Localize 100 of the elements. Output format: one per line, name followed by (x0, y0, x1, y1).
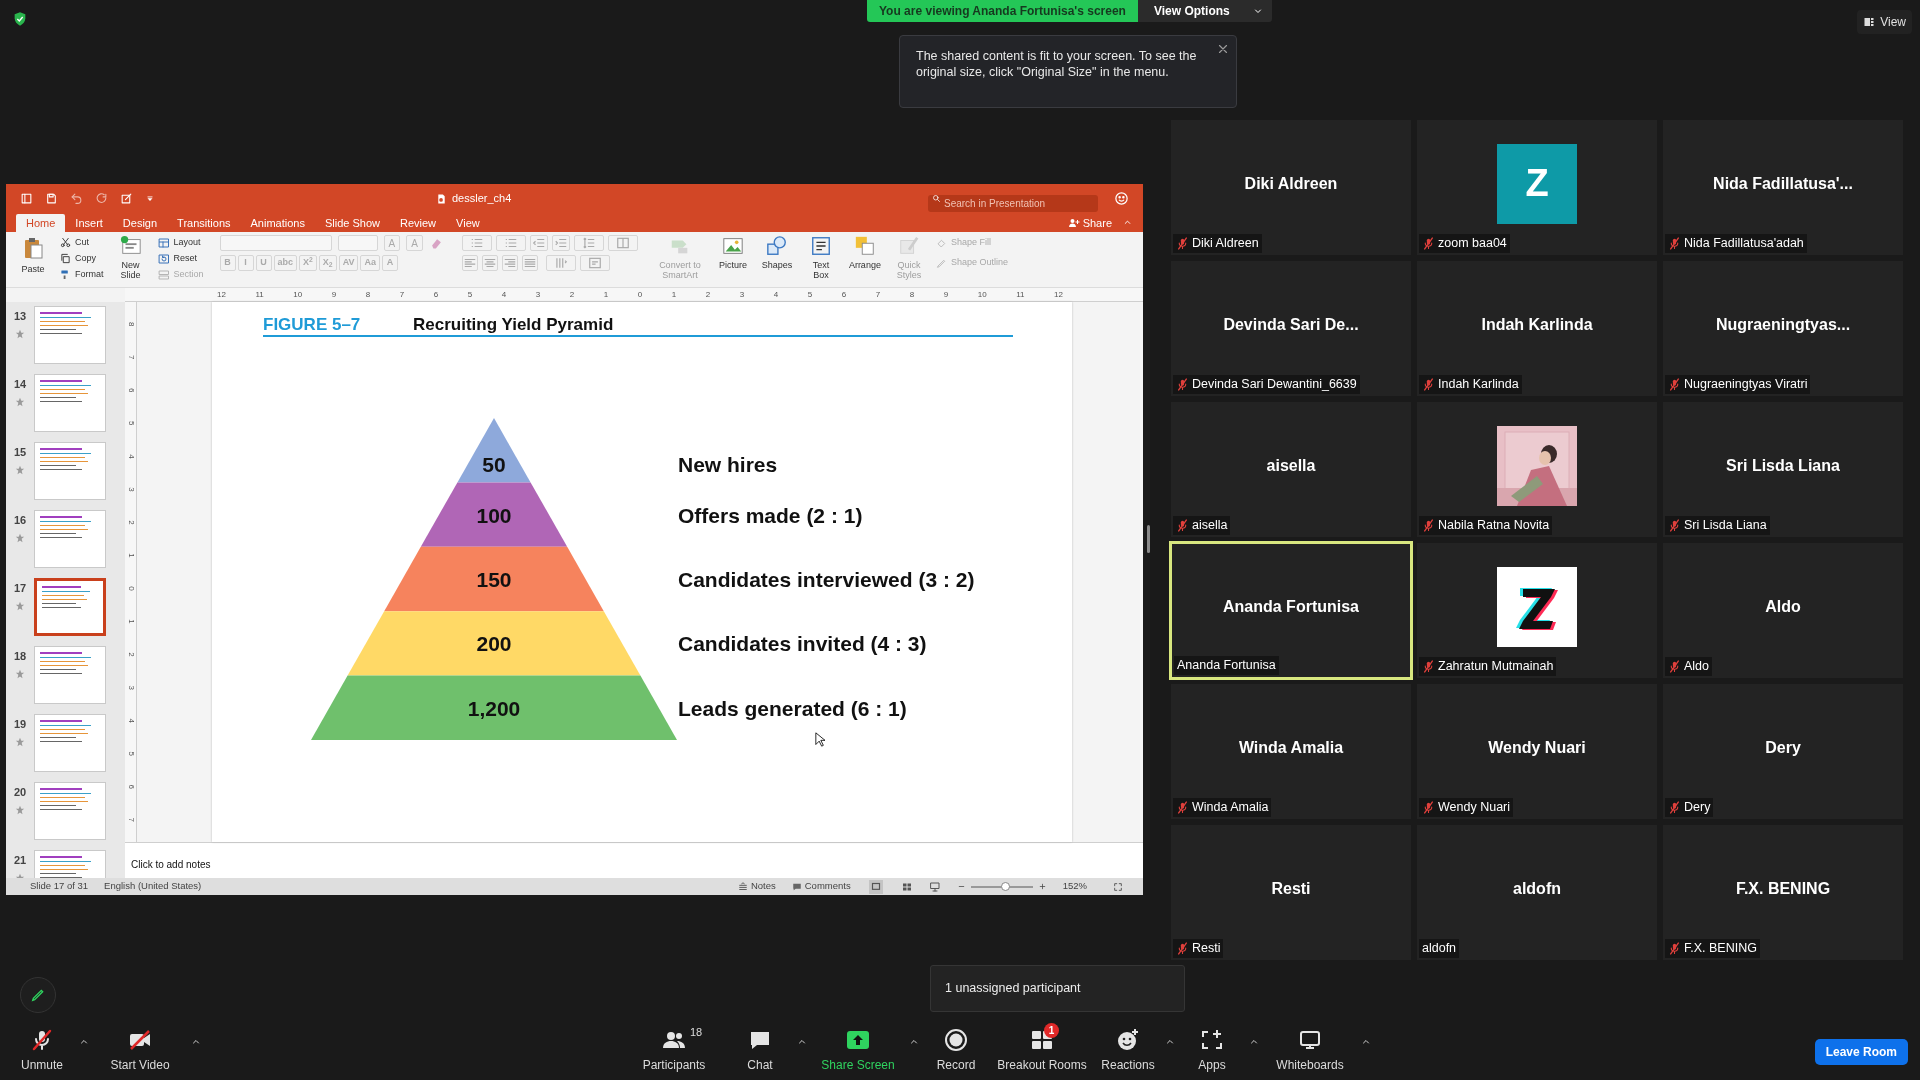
notes-button[interactable]: Notes (737, 879, 776, 894)
clipboard-command[interactable]: Format (60, 267, 104, 282)
ribbon-tool-button[interactable]: Picture (715, 235, 750, 270)
comments-button[interactable]: Comments (791, 879, 851, 894)
ribbon-tool-button[interactable]: Shapes (759, 235, 794, 270)
slide-number: 13 (13, 309, 27, 324)
participant-name: aldofn (1422, 940, 1457, 958)
zoom-percentage: 152% (1062, 879, 1087, 894)
band-value: 50 (482, 453, 506, 477)
toolbar-button[interactable]: Apps (1176, 1022, 1248, 1078)
figure-title: Recruiting Yield Pyramid (413, 315, 614, 334)
slide-number: 15 (13, 445, 27, 460)
leave-room-button[interactable]: Leave Room (1814, 1039, 1908, 1065)
band-label: Candidates interviewed (3 : 2) (678, 568, 975, 591)
ribbon-tab[interactable]: Home (16, 214, 66, 232)
participant-name: Nugraeningtyas Viratri (1684, 376, 1808, 394)
participant-name: aisella (1192, 517, 1228, 535)
toolbar-button[interactable]: Reactions (1092, 1022, 1164, 1078)
participant-display-name: Nugraeningtyas... (1715, 314, 1851, 335)
participant-name: Dery (1684, 799, 1711, 817)
participant-display-name: F.X. BENING (1735, 878, 1831, 899)
slide-number: 16 (13, 513, 27, 528)
participant-name: Aldo (1684, 658, 1710, 676)
clipboard-command[interactable]: Cut (60, 235, 104, 250)
band-label: New hires (678, 453, 778, 477)
notification-badge: 1 (1044, 1023, 1059, 1038)
toolbar-button[interactable]: Whiteboards (1260, 1022, 1360, 1078)
participant-name: Winda Amalia (1192, 799, 1269, 817)
band-label: Candidates invited (4 : 3) (678, 632, 927, 656)
view-button[interactable]: View (1857, 10, 1912, 34)
participant-display-name: aldofn (1513, 878, 1561, 899)
band-value: 1,200 (467, 696, 521, 720)
ribbon-tab[interactable]: Design (112, 214, 168, 232)
participant-display-name: Winda Amalia (1238, 737, 1344, 758)
ribbon-tab[interactable]: Review (389, 214, 447, 232)
band-value: 200 (476, 632, 512, 656)
slide-number: 21 (13, 853, 27, 868)
participant-display-name: Resti (1271, 878, 1311, 899)
participant-display-name: Devinda Sari De... (1223, 314, 1359, 335)
participant-name: Diki Aldreen (1192, 235, 1259, 253)
band-value: 100 (476, 503, 512, 527)
figure-number: FIGURE 5–7 (263, 315, 361, 334)
participant-display-name: Sri Lisda Liana (1726, 455, 1840, 476)
toolbar-button[interactable]: Start Video (90, 1022, 190, 1078)
toolbar-button[interactable]: 1 Breakout Rooms (992, 1022, 1092, 1078)
paste-button[interactable]: Paste (16, 235, 50, 277)
ruler-labels: 12 11 10 9 8 7 6 5 4 3 2 1 0 1 2 3 4 5 6 7 8 9 10 11 12 (217, 290, 1063, 299)
participant-name: Sri Lisda Liana (1684, 517, 1767, 535)
participant-display-name: Dery (1765, 737, 1801, 758)
slide-number: 17 (13, 581, 27, 596)
toolbar-button[interactable]: Share Screen (808, 1022, 908, 1078)
participant-name: Resti (1192, 940, 1221, 958)
participant-name: F.X. BENING (1684, 940, 1757, 958)
participant-display-name: Aldo (1765, 596, 1801, 617)
participant-display-name: aisella (1266, 455, 1316, 476)
ribbon-tool-button[interactable]: Text Box (803, 235, 838, 280)
ribbon-tab[interactable]: Transitions (167, 214, 241, 232)
document-title: dessler_ch4 (452, 191, 512, 207)
participant-name: Zahratun Mutmainah (1438, 658, 1554, 676)
breakout-tooltip: 1 unassigned participant (930, 965, 1185, 1012)
share-button[interactable]: Share (1063, 214, 1116, 232)
new-slide-button[interactable]: New Slide (113, 235, 148, 280)
band-label: Leads generated (6 : 1) (678, 696, 907, 720)
slide-number: 14 (13, 377, 27, 392)
participant-name: zoom baa04 (1438, 235, 1507, 253)
ribbon-tab[interactable]: Insert (65, 214, 113, 232)
participant-display-name: Nida Fadillatusa'... (1713, 173, 1853, 194)
toolbar-button[interactable]: Chat (724, 1022, 796, 1078)
slide-number: 20 (13, 785, 27, 800)
ruler-labels: 8 7 6 5 4 3 2 1 0 1 2 3 4 5 6 7 (126, 322, 136, 822)
toolbar-button[interactable]: Unmute (6, 1022, 78, 1078)
ribbon-tab[interactable]: Slide Show (314, 214, 390, 232)
sharing-banner: You are viewing Ananda Fortunisa's screen (867, 0, 1138, 22)
ribbon-tab[interactable]: View (446, 214, 490, 232)
notes-placeholder[interactable]: Click to add notes (131, 859, 211, 870)
participant-name: Indah Karlinda (1438, 376, 1519, 394)
letter-avatar: Z (1497, 143, 1577, 224)
search-field[interactable]: Search in Presentation (928, 195, 1098, 212)
ribbon-tab[interactable]: Animations (240, 214, 315, 232)
view-options-button[interactable]: View Options (1137, 0, 1272, 22)
participant-count: 18 (690, 1025, 703, 1040)
participant-name: Devinda Sari Dewantini_6639 (1192, 376, 1357, 394)
slide-command[interactable]: Layout (157, 235, 204, 250)
slide-number: 19 (13, 717, 27, 732)
participant-name: Wendy Nuari (1438, 799, 1511, 817)
ribbon-tool-button[interactable]: Arrange (847, 235, 882, 270)
participant-name: Nida Fadillatusa'adah (1684, 235, 1804, 253)
slide-command[interactable]: Reset (157, 251, 204, 266)
participant-display-name: Diki Aldreen (1244, 173, 1338, 194)
clipboard-command[interactable]: Copy (60, 251, 104, 266)
slide-number: 18 (13, 649, 27, 664)
language-label[interactable]: English (United States) (104, 879, 202, 894)
toolbar-button[interactable]: Record (920, 1022, 992, 1078)
band-value: 150 (476, 568, 512, 591)
toolbar-button[interactable]: 18 Participants (624, 1022, 724, 1078)
tooltip-text: The shared content is fit to your screen. To see the original size, click "Original Size" in the menu. (916, 48, 1198, 80)
participant-display-name: Ananda Fortunisa (1223, 596, 1359, 617)
band-label: Offers made (2 : 1) (678, 503, 863, 527)
participant-name: Nabila Ratna Novita (1438, 517, 1550, 535)
participant-name: Ananda Fortunisa (1177, 657, 1276, 675)
